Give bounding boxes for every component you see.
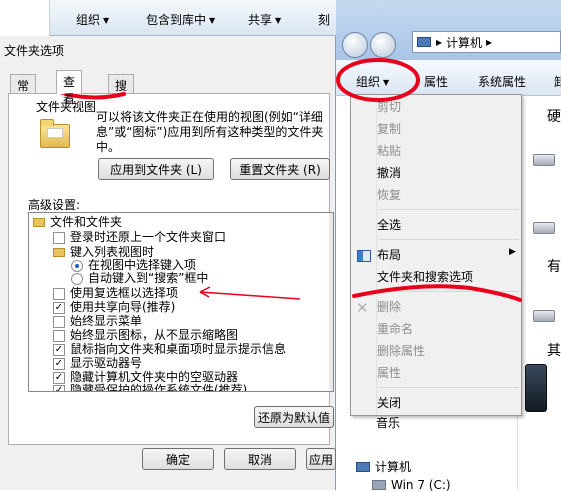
menu-separator (379, 209, 519, 210)
properties-button[interactable]: 属性 (424, 73, 448, 90)
uninstall-button[interactable]: 卸 (554, 73, 561, 90)
menu-item-select-all[interactable]: 全选 (377, 215, 401, 235)
bg-share-menu[interactable]: 共享 ▼ (248, 11, 281, 28)
organize-dropdown-menu: 剪切 复制 粘贴 撤消 恢复 全选 布局 ▶ 文件夹和搜索选项 ✕ 删除 重命名… (350, 94, 522, 416)
device-icon[interactable] (525, 364, 547, 412)
advanced-settings-tree[interactable]: 文件和文件夹 登录时还原上一个文件夹窗口 键入列表视图时 在视图中选择键入项 自… (28, 212, 334, 392)
checkbox-show-popup-desc[interactable]: ✓ (53, 343, 65, 356)
checkbox-sharing-wizard[interactable]: ✓ (53, 301, 65, 314)
address-bar[interactable]: ▸ 计算机 ▸ (412, 31, 561, 53)
menu-item-rename[interactable]: 重命名 (377, 319, 413, 339)
tree-item-restore-windows[interactable]: 登录时还原上一个文件夹窗口 (53, 230, 226, 245)
tree-item-type-into-search[interactable]: 自动键入到“搜索”框中 (71, 271, 208, 286)
tab-view[interactable]: 查看 (56, 70, 83, 106)
background-strip (0, 0, 50, 36)
apply-to-folders-button[interactable]: 应用到文件夹 (L) (98, 158, 214, 180)
background-toolbar: 组织 ▼ 包含到库中 ▼ 共享 ▼ 刻 (0, 0, 336, 36)
checkbox-show-drive-letters[interactable]: ✓ (53, 357, 65, 370)
menu-item-cut[interactable]: 剪切 (377, 97, 401, 117)
folder-view-icon (40, 119, 70, 148)
breadcrumb[interactable]: 计算机 (446, 34, 482, 51)
nav-item-music[interactable]: 音乐 (376, 414, 400, 431)
checkbox-use-checkboxes[interactable] (53, 287, 65, 300)
menu-item-paste[interactable]: 粘贴 (377, 141, 401, 161)
delete-icon: ✕ (356, 299, 369, 317)
system-properties-button[interactable]: 系统属性 (478, 73, 526, 90)
drive-icon (372, 480, 386, 490)
bg-burn-menu[interactable]: 刻 (318, 11, 330, 28)
tree-item-show-popup-desc[interactable]: ✓ 鼠标指向文件夹和桌面项时显示提示信息 (53, 342, 286, 357)
menu-item-folder-search-options[interactable]: 文件夹和搜索选项 (377, 267, 473, 287)
tab-search[interactable]: 搜索 (108, 74, 135, 110)
menu-item-copy[interactable]: 复制 (377, 119, 401, 139)
checkbox-hide-empty-drives[interactable]: ✓ (53, 371, 65, 384)
tree-scrollbar[interactable] (329, 213, 333, 391)
checkbox-always-show-icons[interactable] (53, 329, 65, 342)
menu-item-delete[interactable]: 删除 (377, 297, 401, 317)
computer-icon (356, 461, 370, 472)
explorer-command-bar: 组织 ▼ 属性 系统属性 卸 (336, 60, 561, 96)
breadcrumb-chevron-icon[interactable]: ▸ (486, 35, 492, 49)
menu-item-close[interactable]: 关闭 (377, 393, 401, 413)
tree-item-hide-protected-files[interactable]: ✓ 隐藏受保护的操作系统文件(推荐) (53, 383, 247, 391)
checkbox-hide-protected-files[interactable]: ✓ (53, 384, 65, 391)
content-pane: 硬 有 其 (519, 96, 561, 490)
folder-icon (33, 218, 45, 227)
group-hard-disks: 硬 (547, 109, 561, 125)
nav-item-computer[interactable]: 计算机 (356, 458, 411, 475)
radio-type-into-search[interactable] (71, 272, 83, 285)
breadcrumb-separator: ▸ (436, 35, 443, 49)
folder-view-description: 可以将该文件夹正在使用的视图(例如“详细 息”或“图标”)应用到所有这种类型的文… (96, 110, 324, 154)
drive-icon[interactable] (533, 154, 555, 166)
reset-folders-button[interactable]: 重置文件夹 (R) (230, 158, 330, 180)
ok-button[interactable]: 确定 (142, 448, 214, 470)
menu-item-undo[interactable]: 撤消 (377, 163, 401, 183)
group-other: 其 (547, 343, 561, 359)
menu-separator (379, 387, 519, 388)
bg-include-library-menu[interactable]: 包含到库中 ▼ (146, 11, 215, 28)
back-button[interactable] (342, 32, 368, 58)
restore-defaults-button[interactable]: 还原为默认值 (254, 406, 334, 428)
tree-item-sharing-wizard[interactable]: ✓ 使用共享向导(推荐) (53, 300, 175, 315)
explorer-titlebar: ▸ 计算机 ▸ (336, 0, 561, 60)
tree-item-always-show-icons[interactable]: 始终显示图标，从不显示缩略图 (53, 328, 238, 343)
apply-button[interactable]: 应用 (306, 448, 336, 470)
menu-separator (379, 239, 519, 240)
dialog-title: 文件夹选项 (4, 44, 65, 58)
submenu-arrow-icon: ▶ (509, 247, 516, 257)
menu-item-properties[interactable]: 属性 (377, 363, 401, 383)
organize-menu[interactable]: 组织 ▼ (356, 73, 389, 90)
checkbox-always-show-menus[interactable] (53, 315, 65, 328)
cancel-button[interactable]: 取消 (224, 448, 296, 470)
folder-icon (53, 248, 65, 257)
computer-icon (417, 37, 431, 47)
bg-organize-menu[interactable]: 组织 ▼ (76, 11, 109, 28)
removable-drive-icon[interactable] (533, 310, 555, 322)
tree-item-always-show-menus[interactable]: 始终显示菜单 (53, 314, 142, 329)
group-removable: 有 (547, 259, 561, 275)
forward-button[interactable] (370, 32, 396, 58)
tree-item-show-drive-letters[interactable]: ✓ 显示驱动器号 (53, 356, 142, 371)
layout-icon (357, 250, 371, 262)
drive-icon[interactable] (533, 222, 555, 234)
menu-item-redo[interactable]: 恢复 (377, 185, 401, 205)
advanced-settings-label: 高级设置: (28, 198, 81, 212)
tab-general[interactable]: 常规 (10, 74, 37, 110)
tree-item-use-checkboxes[interactable]: 使用复选框以选择项 (53, 286, 178, 301)
menu-item-remove-properties[interactable]: 删除属性 (377, 341, 425, 361)
tree-item-files-folders: 文件和文件夹 (33, 215, 122, 230)
radio-select-typed[interactable] (71, 259, 83, 272)
menu-separator (379, 291, 519, 292)
menu-item-layout[interactable]: 布局 (377, 245, 401, 265)
checkbox-restore-windows[interactable] (53, 231, 65, 244)
